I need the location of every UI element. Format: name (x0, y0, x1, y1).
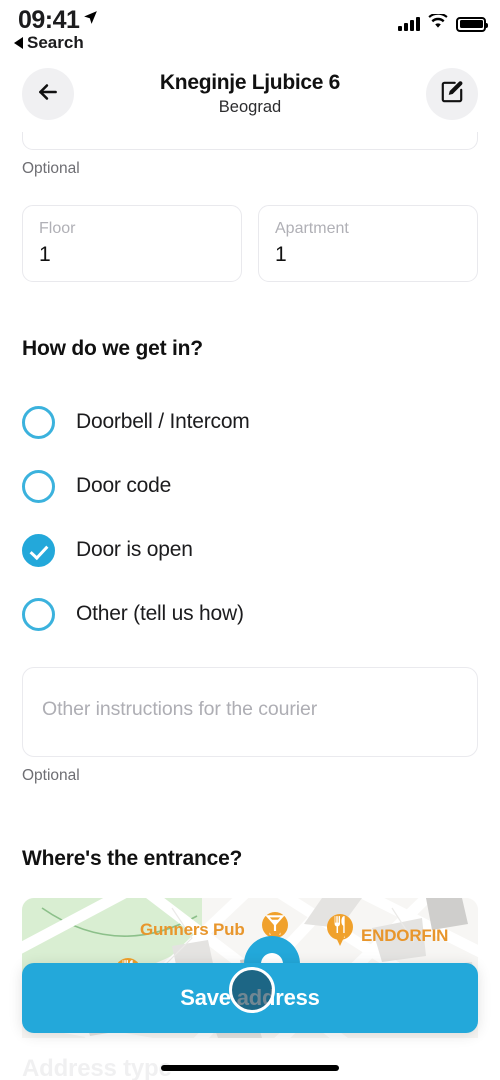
back-to-app-label: Search (27, 33, 84, 52)
access-option-other[interactable]: Other (tell us how) (22, 582, 478, 646)
status-bar-indicators (398, 12, 488, 34)
apartment-field[interactable]: Apartment 1 (258, 205, 478, 283)
access-option-label: Door is open (76, 538, 193, 562)
status-bar: 09:41 Search (0, 0, 500, 58)
compose-edit-icon (439, 79, 465, 110)
street-field-partial[interactable] (22, 132, 478, 150)
header-title-group: Kneginje Ljubice 6 Beograd (74, 71, 426, 116)
apartment-field-label: Apartment (275, 220, 349, 237)
access-option-label: Other (tell us how) (76, 602, 244, 626)
access-option-door-is-open[interactable]: Door is open (22, 518, 478, 582)
access-heading: How do we get in? (22, 337, 203, 361)
cellular-signal-icon (398, 17, 420, 31)
battery-full-icon (456, 16, 488, 32)
radio-unchecked-icon[interactable] (22, 405, 55, 439)
obscured-section-text: Address type (22, 1055, 172, 1080)
wifi-icon (428, 12, 448, 34)
entrance-heading: Where's the entrance? (22, 847, 243, 871)
radio-unchecked-icon[interactable] (22, 597, 55, 631)
page-subtitle: Beograd (218, 97, 282, 116)
map-poi-label-endorfin: ENDORFIN (361, 926, 449, 946)
floor-field-value: 1 (39, 243, 51, 266)
radio-checked-icon[interactable] (22, 533, 55, 567)
status-bar-time: 09:41 (18, 6, 80, 34)
access-option-door-code[interactable]: Door code (22, 454, 478, 518)
floor-field[interactable]: Floor 1 (22, 205, 242, 283)
tap-indicator (229, 967, 275, 1013)
edit-address-button[interactable] (426, 68, 478, 120)
map-pin-endorfin[interactable] (327, 914, 353, 948)
form-content: Optional Floor 1 Apartment 1 How do we g… (0, 132, 500, 1039)
back-to-app-link[interactable]: Search (14, 33, 84, 53)
page-header: Kneginje Ljubice 6 Beograd (0, 58, 500, 130)
access-option-label: Doorbell / Intercom (76, 410, 250, 434)
status-bar-time-group: 09:41 (18, 6, 99, 35)
radio-unchecked-icon[interactable] (22, 469, 55, 503)
floor-apartment-row: Floor 1 Apartment 1 (22, 205, 478, 283)
apartment-field-value: 1 (275, 243, 287, 266)
location-arrow-icon (82, 4, 99, 33)
back-button[interactable] (22, 68, 74, 120)
floor-field-label: Floor (39, 220, 76, 237)
triangle-left-icon (14, 37, 23, 49)
access-option-label: Door code (76, 474, 172, 498)
access-option-doorbell[interactable]: Doorbell / Intercom (22, 390, 478, 454)
map-poi-label-gunners-pub: Gunners Pub (140, 920, 245, 940)
street-optional-hint: Optional (22, 160, 80, 177)
page-title: Kneginje Ljubice 6 (159, 71, 341, 95)
pin-tip (334, 933, 346, 947)
home-indicator[interactable] (161, 1065, 339, 1071)
instructions-optional-hint: Optional (22, 767, 80, 785)
courier-instructions-input[interactable]: Other instructions for the courier (22, 667, 478, 758)
access-options-group: Doorbell / Intercom Door code Door is op… (22, 390, 478, 646)
courier-instructions-placeholder: Other instructions for the courier (42, 698, 318, 721)
arrow-left-icon (35, 79, 61, 110)
